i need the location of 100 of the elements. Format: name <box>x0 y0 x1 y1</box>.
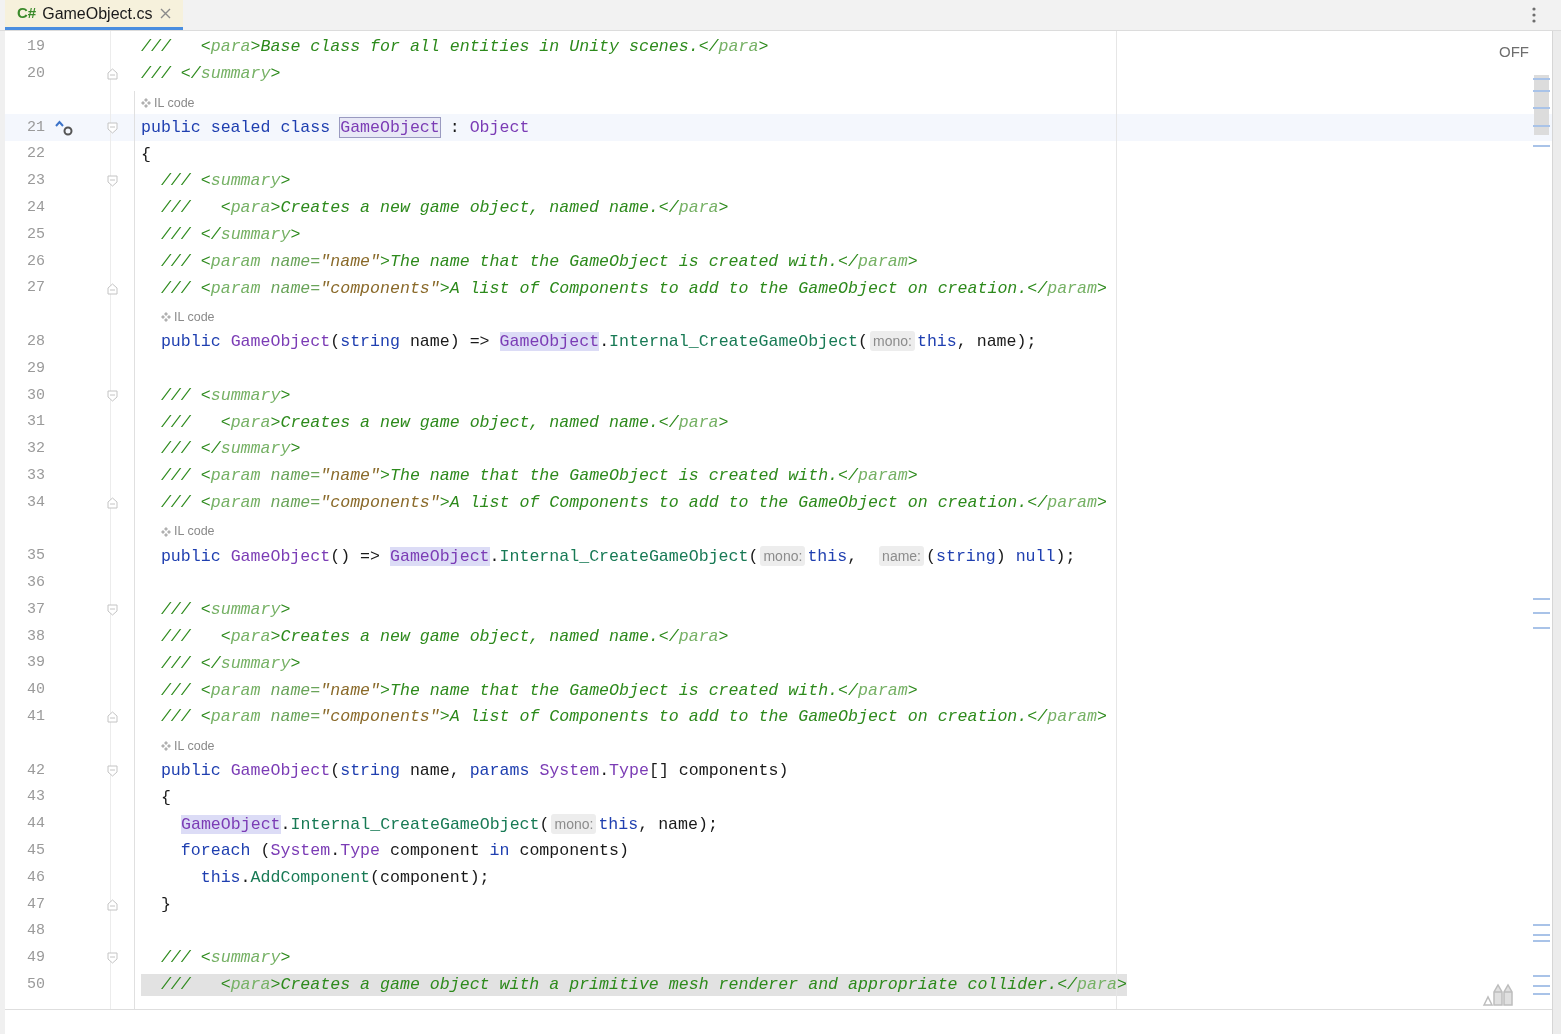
doc-comment: >A list of Components to add to the GameObject on creation.</ <box>439 707 1048 727</box>
error-stripe-mark[interactable] <box>1533 90 1550 92</box>
code-text: ( <box>260 841 271 861</box>
line-number: 30 <box>26 385 45 406</box>
type-name: System <box>539 760 600 780</box>
line-number: 20 <box>26 63 45 84</box>
error-stripe-mark[interactable] <box>1533 993 1550 995</box>
error-stripe-mark[interactable] <box>1533 612 1550 614</box>
fold-icon[interactable] <box>107 68 118 81</box>
keyword: public <box>159 760 222 780</box>
doc-comment: > <box>280 948 291 968</box>
doc-comment: > <box>290 439 301 459</box>
code-text: [] components) <box>648 760 789 780</box>
error-stripe-mark[interactable] <box>1533 598 1550 600</box>
close-icon[interactable] <box>160 8 172 19</box>
method-name: Internal_CreateGameObject <box>290 814 540 834</box>
doc-comment: /// < <box>159 198 231 218</box>
error-stripe-mark[interactable] <box>1533 107 1550 109</box>
keyword: this <box>807 546 848 566</box>
keyword: null <box>1015 546 1056 566</box>
doc-comment: /// < <box>159 171 211 191</box>
il-code-link[interactable]: IL code <box>141 93 195 113</box>
fold-icon[interactable] <box>107 282 118 295</box>
doc-comment: > <box>290 224 301 244</box>
doc-tag: para <box>230 198 271 218</box>
doc-tag: summary <box>200 64 271 84</box>
line-number: 28 <box>26 331 45 352</box>
fold-icon[interactable] <box>107 496 118 509</box>
error-stripe-mark[interactable] <box>1533 940 1550 942</box>
editor-tab[interactable]: C# GameObject.cs <box>5 0 184 30</box>
override-gutter-icon[interactable] <box>53 118 75 137</box>
line-number: 32 <box>26 439 45 460</box>
fold-icon[interactable] <box>107 604 118 617</box>
doc-comment: >Creates a new game object, named name.</ <box>270 626 679 646</box>
type-name: GameObject <box>389 546 490 566</box>
line-number: 39 <box>26 653 45 674</box>
il-code-link[interactable]: IL code <box>161 308 215 327</box>
doc-comment: >Base class for all entities in Unity scenes.</ <box>250 37 719 57</box>
attribute-value: "components" <box>320 492 440 512</box>
error-stripe-mark[interactable] <box>1533 78 1550 80</box>
fold-icon[interactable] <box>107 121 118 134</box>
inspection-status[interactable]: OFF <box>1499 41 1529 64</box>
line-number: 31 <box>26 412 45 433</box>
keyword: this <box>199 868 241 888</box>
error-stripe-mark[interactable] <box>1533 145 1550 147</box>
doc-comment: >The name that the GameObject is created with.</ <box>380 466 858 486</box>
diamond-icon <box>161 312 171 323</box>
code-text: (component); <box>370 868 490 888</box>
error-stripe-mark[interactable] <box>1533 934 1550 936</box>
type-name: GameObject <box>181 814 281 834</box>
code-text: ( <box>748 546 759 566</box>
doc-comment: /// < <box>159 948 211 968</box>
error-stripe-mark[interactable] <box>1533 985 1550 987</box>
doc-tag: para <box>678 198 719 218</box>
code-text: { <box>141 144 151 164</box>
error-stripe-mark[interactable] <box>1533 627 1550 629</box>
doc-comment: /// < <box>159 412 231 432</box>
type-name: GameObject <box>230 332 331 352</box>
doc-comment: /// </ <box>159 224 221 244</box>
code-text: : <box>448 117 461 137</box>
error-stripe-mark[interactable] <box>1533 924 1550 926</box>
keyword: public sealed class <box>141 117 332 137</box>
fold-icon[interactable] <box>107 764 118 777</box>
code-text: () => <box>330 546 381 566</box>
line-number: 27 <box>26 278 45 299</box>
doc-comment: /// < <box>159 466 211 486</box>
doc-comment: >Creates a game object with a primitive mesh renderer and appropriate collider.</ <box>270 975 1078 995</box>
diamond-icon <box>161 741 171 752</box>
doc-comment: >Creates a new game object, named name.</ <box>270 412 679 432</box>
doc-comment: /// < <box>159 251 211 271</box>
doc-tag: para <box>678 412 719 432</box>
code-text: name, <box>408 760 461 780</box>
doc-comment: > <box>280 385 291 405</box>
line-number: 50 <box>26 975 45 996</box>
more-options-icon[interactable] <box>1532 7 1536 23</box>
doc-comment: > <box>280 171 291 191</box>
error-stripe-mark[interactable] <box>1533 125 1550 127</box>
il-code-link[interactable]: IL code <box>161 522 215 542</box>
type-name: Type <box>340 841 381 861</box>
doc-tag: param <box>210 492 261 512</box>
code-text: . <box>599 760 610 780</box>
line-number: 38 <box>26 626 45 647</box>
fold-icon[interactable] <box>107 175 118 188</box>
doc-tag: param <box>858 251 908 271</box>
fold-icon[interactable] <box>107 898 118 911</box>
doc-comment: > <box>280 600 291 620</box>
fold-icon[interactable] <box>107 952 118 965</box>
fold-icon[interactable] <box>107 711 118 724</box>
doc-comment: /// </ <box>159 439 221 459</box>
doc-comment: /// < <box>159 278 211 298</box>
keyword: params <box>469 760 531 780</box>
reader-mode-icon[interactable] <box>1482 983 1516 1007</box>
line-number: 47 <box>26 894 45 915</box>
il-code-link[interactable]: IL code <box>161 736 215 756</box>
error-stripe-mark[interactable] <box>1533 975 1550 977</box>
type-name: GameObject <box>340 117 440 137</box>
type-name: GameObject <box>230 760 331 780</box>
keyword: public <box>159 332 222 352</box>
fold-icon[interactable] <box>107 389 118 402</box>
doc-attribute: name= <box>269 466 321 486</box>
